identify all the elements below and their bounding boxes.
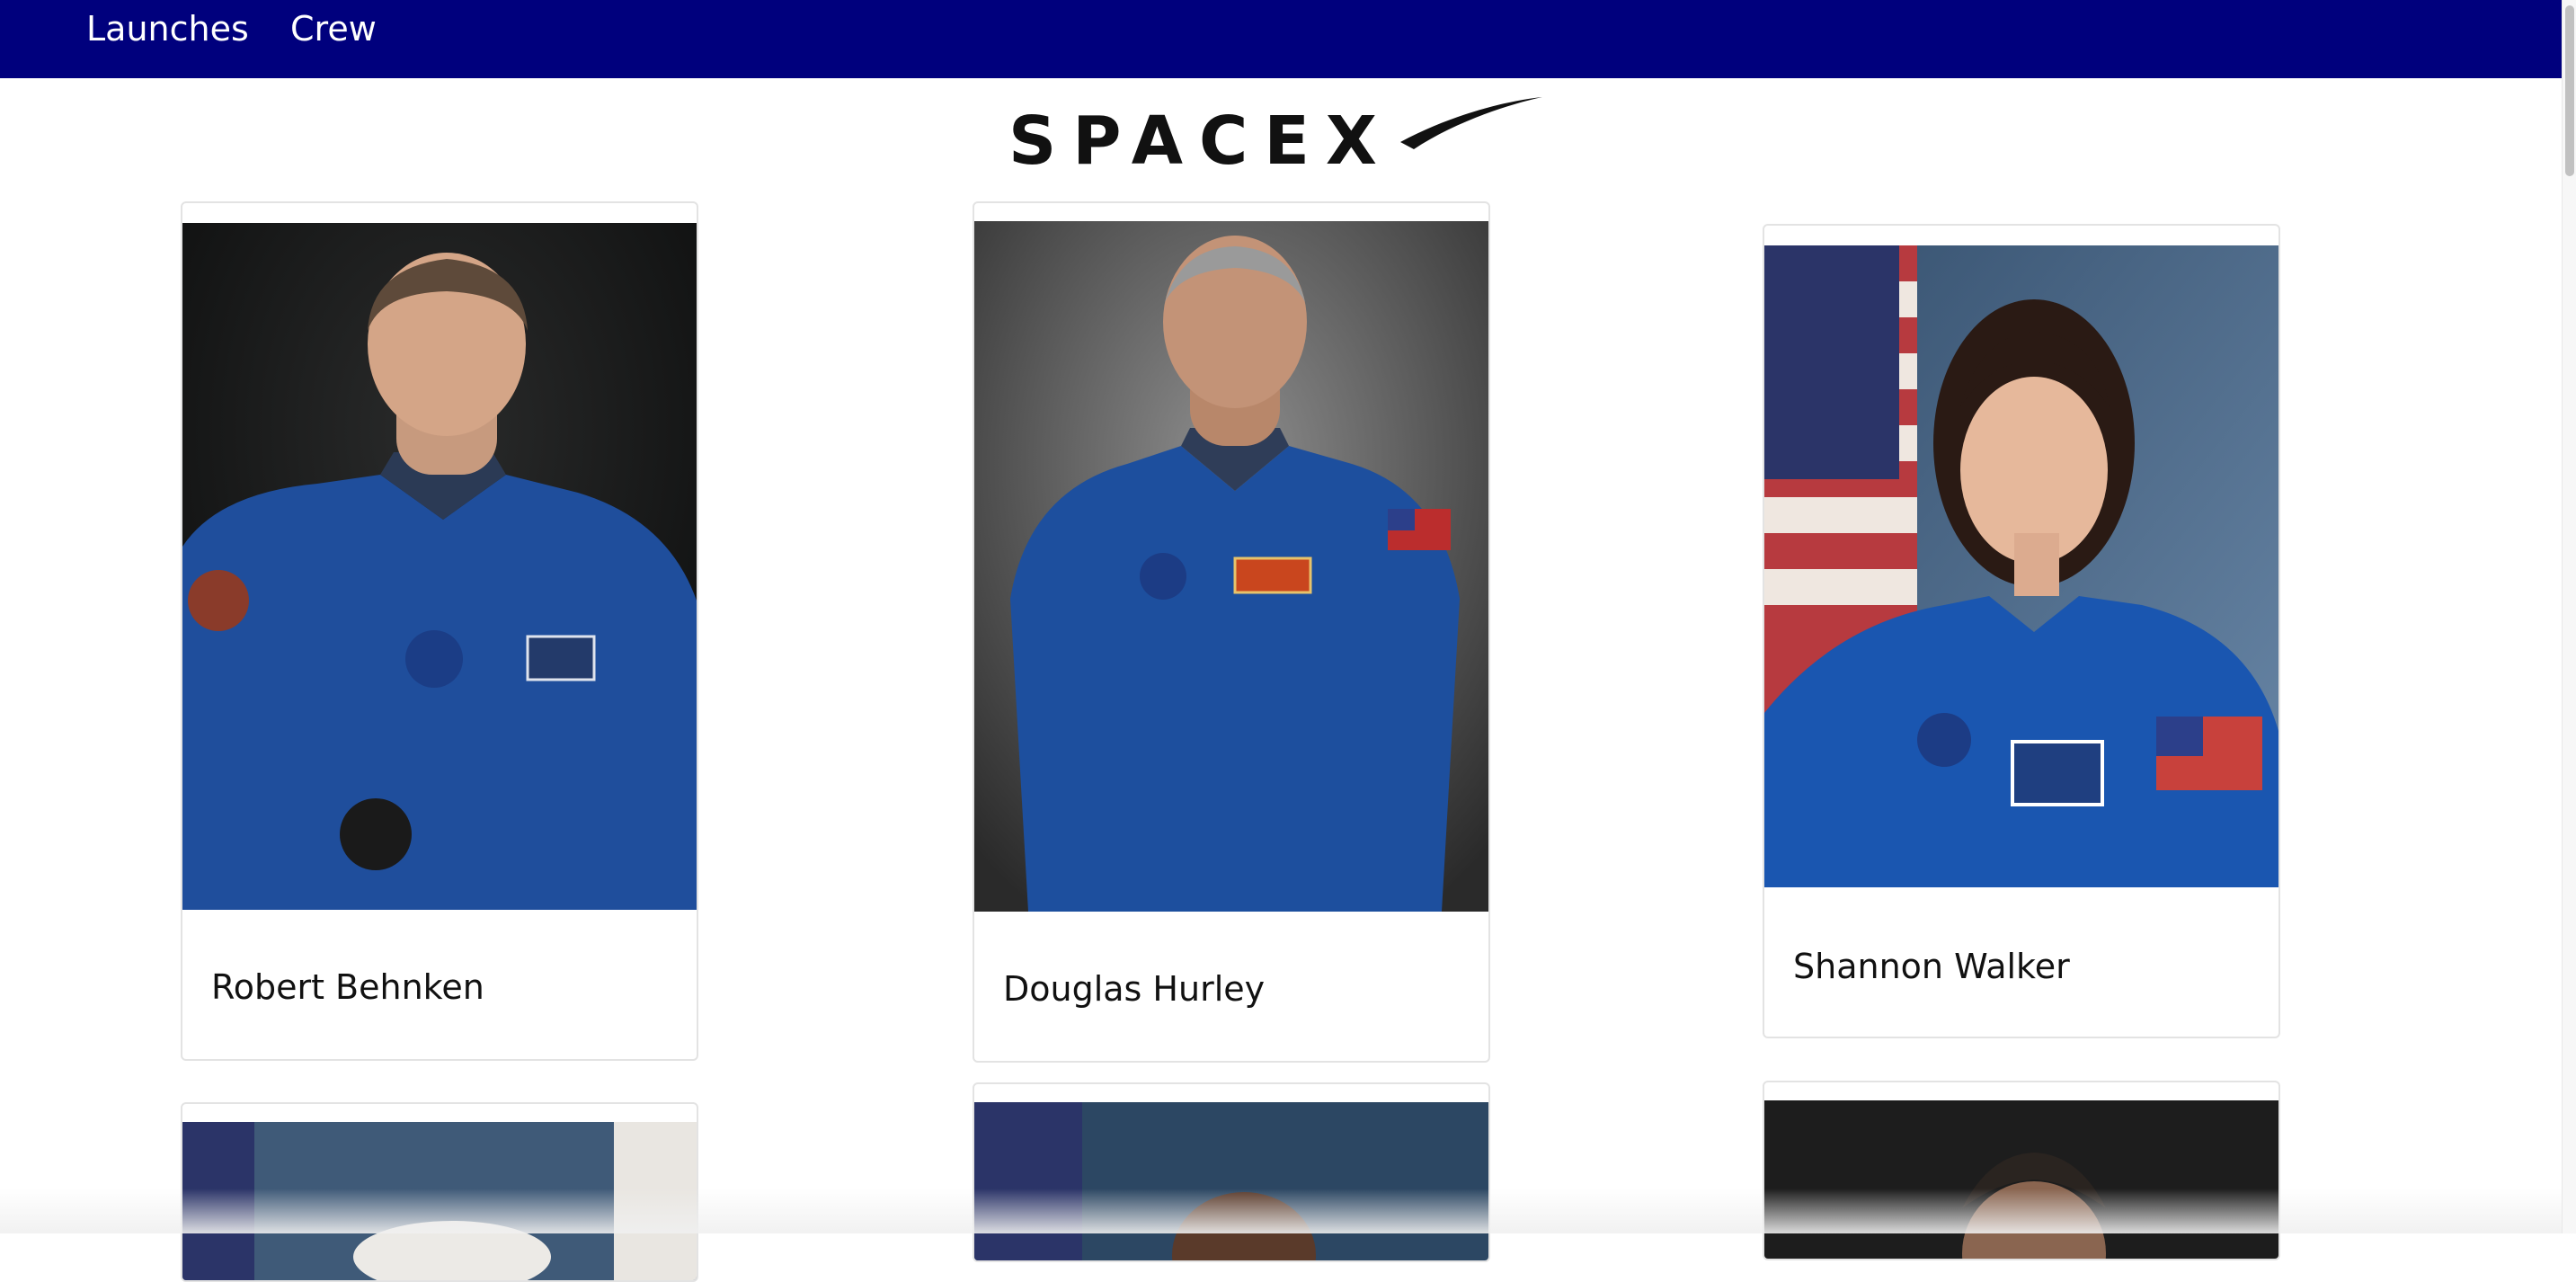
crew-card[interactable]: [181, 1102, 698, 1282]
page-scrollbar[interactable]: [2562, 0, 2576, 1233]
crew-card-shannon-walker[interactable]: Shannon Walker: [1763, 224, 2280, 1038]
crew-card-robert-behnken[interactable]: Robert Behnken: [181, 201, 698, 1061]
crew-card[interactable]: [1763, 1081, 2280, 1260]
crew-card[interactable]: [973, 1082, 1490, 1262]
top-navbar: Launches Crew: [0, 0, 2562, 78]
crew-photo: [974, 221, 1488, 912]
crew-photo: [1764, 245, 2278, 887]
crew-name: Douglas Hurley: [1003, 969, 1266, 1009]
crew-photo: [182, 1122, 697, 1280]
nav-link-launches[interactable]: Launches: [86, 7, 249, 50]
spacex-logo: SPACEX: [1005, 95, 1544, 180]
nav-link-crew[interactable]: Crew: [290, 7, 377, 50]
crew-photo: [974, 1102, 1488, 1260]
scrollbar-thumb[interactable]: [2565, 5, 2574, 176]
crew-photo: [1764, 1100, 2278, 1259]
logo-wordmark: SPACEX: [1008, 102, 1393, 169]
crew-card-douglas-hurley[interactable]: Douglas Hurley: [973, 201, 1490, 1063]
crew-photo: [182, 223, 697, 910]
crew-name: Shannon Walker: [1793, 947, 2070, 986]
crew-name: Robert Behnken: [211, 967, 484, 1007]
